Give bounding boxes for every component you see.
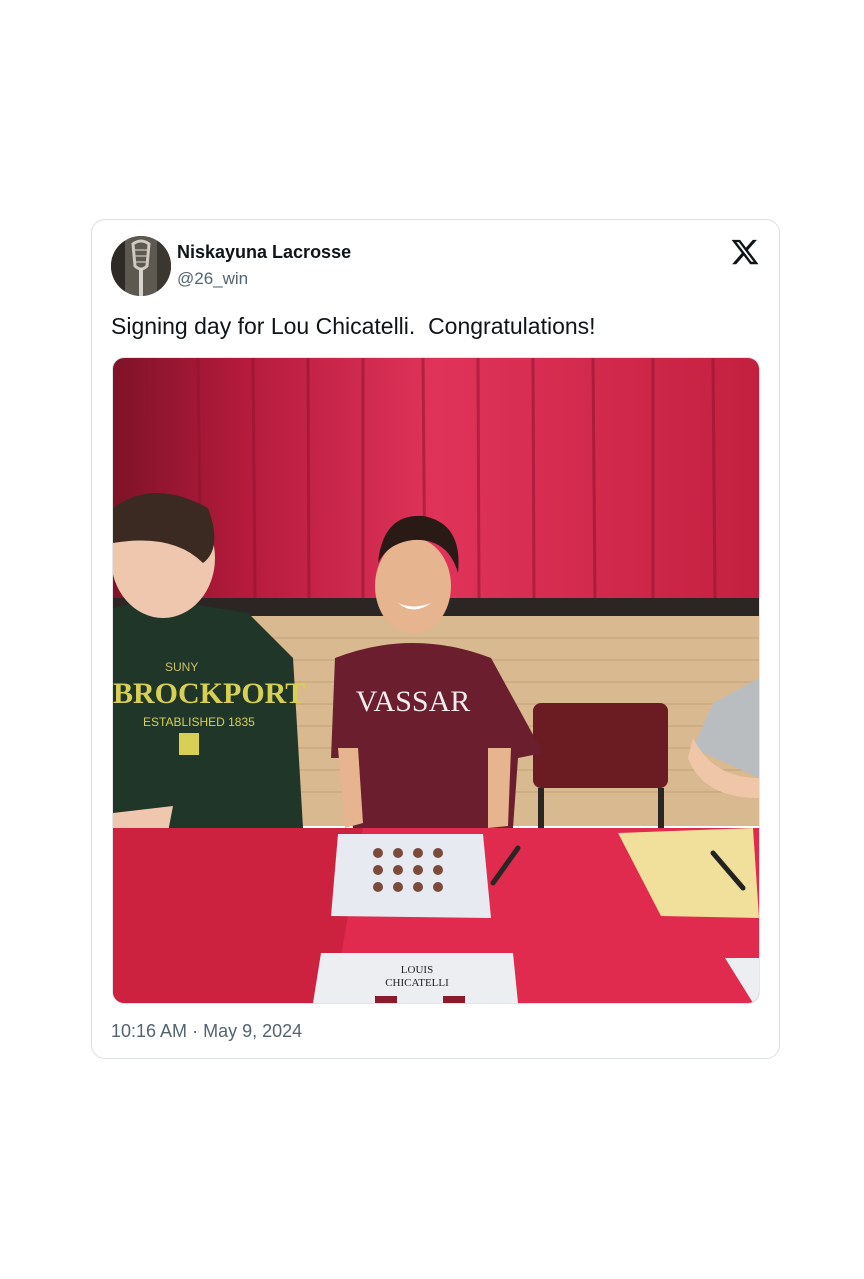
avatar[interactable] (111, 236, 171, 296)
hoodie-text-3: ESTABLISHED 1835 (143, 715, 255, 729)
tweet-photo[interactable]: SUNY BROCKPORT ESTABLISHED 1835 VASSAR L… (112, 357, 760, 1004)
signing-day-photo: SUNY BROCKPORT ESTABLISHED 1835 VASSAR L… (113, 358, 759, 1003)
hoodie-text-2: BROCKPORT (113, 677, 305, 710)
tweet-text: Signing day for Lou Chicatelli. Congratu… (111, 313, 596, 339)
name-card-line2: CHICATELLI (385, 977, 449, 989)
timestamp-separator: · (192, 1021, 199, 1041)
chair (533, 703, 668, 788)
tweet-date[interactable]: May 9, 2024 (203, 1021, 302, 1041)
author-display-name[interactable]: Niskayuna Lacrosse (177, 242, 351, 263)
name-card-line1: LOUIS (401, 964, 433, 976)
paper-document (331, 834, 491, 918)
tweet-timestamp: 10:16 AM · May 9, 2024 (111, 1021, 302, 1042)
tweet-time[interactable]: 10:16 AM (111, 1021, 187, 1041)
avatar-lacrosse-stick-icon (111, 236, 171, 296)
tweet-card: Niskayuna Lacrosse @26_win Signing day f… (91, 219, 780, 1059)
hoodie-text-1: SUNY (165, 660, 198, 674)
shirt-text: VASSAR (356, 685, 471, 718)
x-logo-icon[interactable] (730, 237, 760, 267)
author-handle[interactable]: @26_win (177, 269, 248, 289)
